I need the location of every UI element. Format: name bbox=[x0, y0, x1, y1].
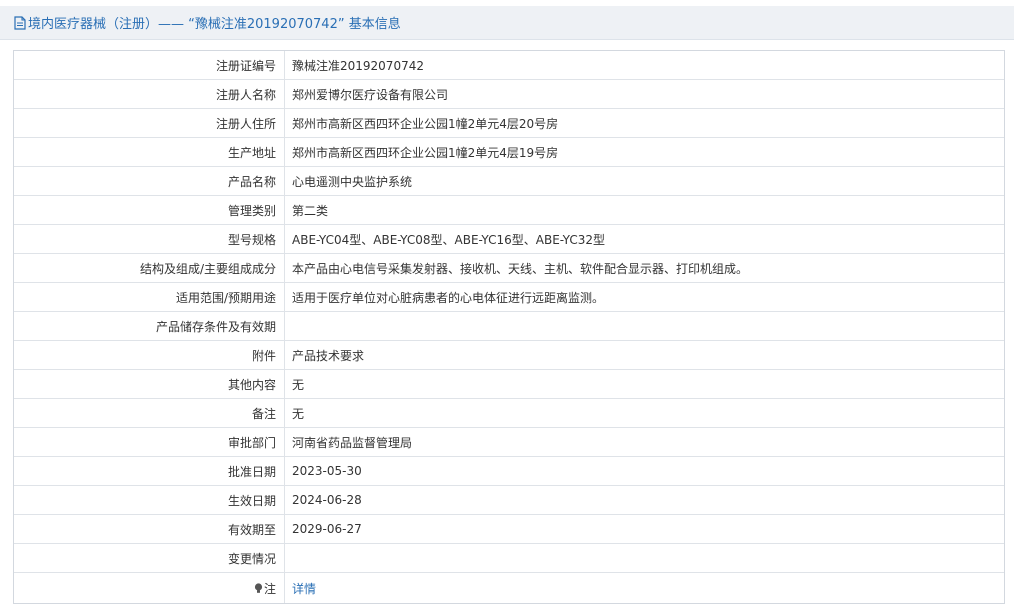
table-row: 备注 无 bbox=[14, 399, 1004, 428]
row-value: 适用于医疗单位对心脏病患者的心电体征进行远距离监测。 bbox=[292, 290, 605, 305]
table-row: 附件 产品技术要求 bbox=[14, 341, 1004, 370]
row-label: 其他内容 bbox=[14, 370, 285, 398]
table-row: 有效期至 2029-06-27 bbox=[14, 515, 1004, 544]
lightbulb-icon bbox=[254, 582, 263, 594]
table-row: 型号规格 ABE-YC04型、ABE-YC08型、ABE-YC16型、ABE-Y… bbox=[14, 225, 1004, 254]
row-value: 2024-06-28 bbox=[285, 486, 1004, 514]
table-row: 其他内容 无 bbox=[14, 370, 1004, 399]
table-row: 管理类别 第二类 bbox=[14, 196, 1004, 225]
info-table: 注册证编号 豫械注准20192070742 注册人名称 郑州爱博尔医疗设备有限公… bbox=[13, 50, 1005, 604]
row-label: 适用范围/预期用途 bbox=[14, 283, 285, 311]
row-label: 生产地址 bbox=[14, 138, 285, 166]
row-label: 产品名称 bbox=[14, 167, 285, 195]
row-value: 心电遥测中央监护系统 bbox=[292, 174, 413, 189]
row-value: ABE-YC04型、ABE-YC08型、ABE-YC16型、ABE-YC32型 bbox=[292, 232, 606, 247]
row-label: 有效期至 bbox=[14, 515, 285, 543]
row-value: 本产品由心电信号采集发射器、接收机、天线、主机、软件配合显示器、打印机组成。 bbox=[285, 254, 1004, 282]
row-label: 结构及组成/主要组成成分 bbox=[14, 254, 285, 282]
row-value: 郑州爱博尔医疗设备有限公司 bbox=[285, 80, 1004, 108]
note-label: 注 bbox=[263, 581, 276, 596]
details-link[interactable]: 详情 bbox=[292, 580, 316, 597]
row-value: 第二类 bbox=[285, 196, 1004, 224]
row-value: 郑州市高新区西四环企业公园1幢2单元4层20号房 bbox=[292, 116, 559, 131]
row-value bbox=[285, 312, 1004, 340]
row-value: 2023-05-30 bbox=[292, 464, 362, 478]
row-label: 批准日期 bbox=[14, 457, 285, 485]
row-value: 郑州市高新区西四环企业公园1幢2单元4层19号房 bbox=[285, 138, 1004, 166]
table-row: 生效日期 2024-06-28 bbox=[14, 486, 1004, 515]
table-row: 审批部门 河南省药品监督管理局 bbox=[14, 428, 1004, 457]
table-row: 结构及组成/主要组成成分 本产品由心电信号采集发射器、接收机、天线、主机、软件配… bbox=[14, 254, 1004, 283]
row-value: 无 bbox=[285, 370, 1004, 398]
table-row: 产品名称 心电遥测中央监护系统 bbox=[14, 167, 1004, 196]
table-row: 生产地址 郑州市高新区西四环企业公园1幢2单元4层19号房 bbox=[14, 138, 1004, 167]
document-icon bbox=[14, 15, 26, 30]
note-value-cell: 详情 bbox=[285, 573, 1004, 603]
row-label: 审批部门 bbox=[14, 428, 285, 456]
table-row: 适用范围/预期用途 适用于医疗单位对心脏病患者的心电体征进行远距离监测。 bbox=[14, 283, 1004, 312]
note-row: 注 详情 bbox=[14, 573, 1004, 603]
row-label: 型号规格 bbox=[14, 225, 285, 253]
row-label: 变更情况 bbox=[14, 544, 285, 572]
row-value: 河南省药品监督管理局 bbox=[285, 428, 1004, 456]
page-header: 境内医疗器械（注册）—— “豫械注准20192070742” 基本信息 bbox=[0, 6, 1014, 40]
row-value: 产品技术要求 bbox=[292, 348, 365, 363]
row-value: 豫械注准20192070742 bbox=[292, 58, 424, 73]
row-label: 注册人名称 bbox=[14, 80, 285, 108]
table-row: 产品储存条件及有效期 bbox=[14, 312, 1004, 341]
row-label: 备注 bbox=[14, 399, 285, 427]
table-row: 注册人名称 郑州爱博尔医疗设备有限公司 bbox=[14, 80, 1004, 109]
note-label-cell: 注 bbox=[14, 573, 285, 603]
row-label: 注册人住所 bbox=[14, 109, 285, 137]
row-value bbox=[285, 544, 1004, 572]
row-label: 生效日期 bbox=[14, 486, 285, 514]
row-label: 附件 bbox=[14, 341, 285, 369]
row-label: 产品储存条件及有效期 bbox=[14, 312, 285, 340]
row-label: 管理类别 bbox=[14, 196, 285, 224]
row-value: 无 bbox=[292, 406, 305, 421]
table-row: 批准日期 2023-05-30 bbox=[14, 457, 1004, 486]
row-value: 2029-06-27 bbox=[292, 522, 362, 536]
row-label: 注册证编号 bbox=[14, 51, 285, 79]
table-row: 注册证编号 豫械注准20192070742 bbox=[14, 51, 1004, 80]
table-row: 注册人住所 郑州市高新区西四环企业公园1幢2单元4层20号房 bbox=[14, 109, 1004, 138]
table-row: 变更情况 bbox=[14, 544, 1004, 573]
page-title: 境内医疗器械（注册）—— “豫械注准20192070742” 基本信息 bbox=[28, 17, 401, 32]
